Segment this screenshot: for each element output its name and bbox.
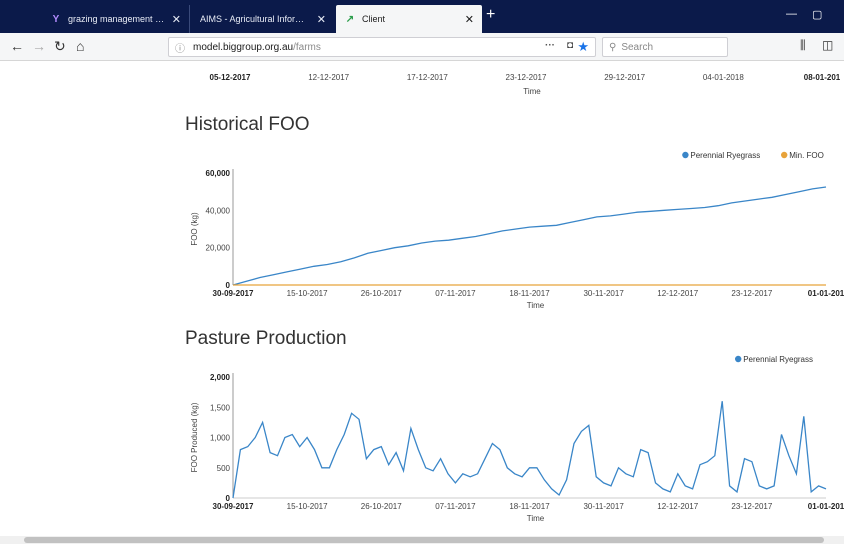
- y-tick-label: 40,000: [206, 206, 231, 215]
- x-tick-label: 07-11-2017: [435, 289, 476, 298]
- historical-foo-chart: 020,00040,00060,000FOO (kg)30-09-2017 15-…: [190, 151, 844, 310]
- pocket-icon[interactable]: ◘: [567, 40, 573, 51]
- library-icon[interactable]: ⫼: [800, 38, 806, 53]
- reload-icon[interactable]: ↻: [54, 38, 66, 55]
- sidebar-icon[interactable]: ◫: [822, 38, 833, 52]
- x-tick-label: 01-01-201: [808, 502, 844, 511]
- x-tick-label: 07-11-2017: [435, 502, 476, 511]
- tab-title: Client: [362, 14, 386, 24]
- close-icon[interactable]: ✕: [172, 13, 181, 26]
- more-actions-icon[interactable]: ···: [545, 40, 555, 51]
- x-tick-label: 12-12-2017: [657, 289, 698, 298]
- y-tick-label: 1,000: [210, 434, 231, 443]
- x-tick-label: 30-11-2017: [583, 289, 624, 298]
- x-tick-label: 30-11-2017: [583, 502, 624, 511]
- top-axis-tick: 17-12-2017: [407, 73, 448, 82]
- chart-title-pasture-production: Pasture Production: [185, 328, 347, 349]
- legend-marker: [682, 151, 689, 159]
- pasture-production-chart: 05001,0001,5002,000FOO Produced (kg)30-0…: [190, 355, 844, 523]
- tab-title: AIMS - Agricultural Information ar: [200, 14, 311, 24]
- top-axis-tick: 29-12-2017: [604, 73, 645, 82]
- tab-client[interactable]: ↗ Client ✕: [336, 5, 482, 33]
- x-axis-title: Time: [527, 301, 545, 310]
- legend-label[interactable]: Min. FOO: [789, 151, 824, 160]
- x-tick-label: 26-10-2017: [361, 502, 402, 511]
- navigation-bar: ← → ↻ ⌂ ⓘ model.biggroup.org.au/farms ··…: [0, 33, 844, 61]
- top-axis-title: Time: [523, 87, 541, 96]
- series-line: [232, 401, 827, 499]
- x-tick-label: 12-12-2017: [657, 502, 698, 511]
- x-tick-label: 23-12-2017: [731, 502, 772, 511]
- tab-aims[interactable]: AIMS - Agricultural Information ar ✕: [192, 5, 334, 33]
- minimize-icon[interactable]: —: [786, 8, 797, 20]
- close-icon[interactable]: ✕: [465, 13, 474, 26]
- x-tick-label: 18-11-2017: [509, 289, 550, 298]
- x-axis-title: Time: [527, 514, 545, 523]
- home-icon[interactable]: ⌂: [76, 38, 84, 54]
- search-input[interactable]: ⚲ Search: [602, 37, 728, 57]
- y-tick-label: 20,000: [206, 244, 231, 253]
- tab-grazing-tools[interactable]: Y grazing management tools - Y ✕: [42, 5, 190, 33]
- x-tick-label: 23-12-2017: [731, 289, 772, 298]
- x-tick-label: 18-11-2017: [509, 502, 550, 511]
- legend-label[interactable]: Perennial Ryegrass: [690, 151, 760, 160]
- y-tick-label: 1,500: [210, 403, 231, 412]
- tab-title: grazing management tools - Y: [68, 14, 166, 24]
- yahoo-icon: Y: [52, 13, 60, 25]
- client-logo-icon: ↗: [345, 13, 355, 25]
- y-axis-title: FOO Produced (kg): [190, 402, 199, 472]
- x-tick-label: 30-09-2017: [213, 502, 254, 511]
- y-tick-label: 500: [217, 464, 231, 473]
- chart-title-historical-foo: Historical FOO: [185, 114, 310, 135]
- top-axis-tick: 05-12-2017: [210, 73, 251, 82]
- x-tick-label: 30-09-2017: [213, 289, 254, 298]
- close-icon[interactable]: ✕: [317, 13, 326, 26]
- top-chart-axis: 05-12-2017 12-12-2017 17-12-2017 23-12-2017…: [210, 73, 841, 96]
- scrollbar-thumb[interactable]: [24, 537, 824, 543]
- url-text: model.biggroup.org.au/farms: [193, 41, 321, 53]
- y-tick-label: 2,000: [210, 373, 231, 382]
- y-axis-title: FOO (kg): [190, 212, 199, 246]
- back-icon[interactable]: ←: [10, 38, 24, 54]
- top-axis-tick: 04-01-2018: [703, 73, 744, 82]
- bookmark-star-icon[interactable]: ★: [577, 39, 589, 55]
- top-axis-tick: 23-12-2017: [506, 73, 547, 82]
- y-tick-label: 60,000: [206, 169, 231, 178]
- forward-icon[interactable]: →: [32, 38, 46, 54]
- horizontal-scrollbar[interactable]: [0, 536, 844, 544]
- browser-titlebar: Y grazing management tools - Y ✕ AIMS - …: [0, 0, 844, 33]
- legend-marker: [781, 151, 788, 159]
- page-content: 05-12-2017 12-12-2017 17-12-2017 23-12-2017…: [0, 62, 844, 536]
- search-placeholder: Search: [621, 41, 654, 53]
- search-icon: ⚲: [609, 41, 617, 53]
- maximize-icon[interactable]: ▢: [812, 8, 822, 21]
- url-bar[interactable]: ⓘ model.biggroup.org.au/farms ··· ◘ ★: [168, 37, 596, 57]
- top-axis-tick: 12-12-2017: [308, 73, 349, 82]
- legend-label[interactable]: Perennial Ryegrass: [743, 355, 813, 364]
- series-line: [232, 186, 827, 286]
- info-icon[interactable]: ⓘ: [175, 40, 185, 55]
- top-axis-tick: 08-01-201: [804, 73, 841, 82]
- new-tab-button[interactable]: +: [486, 6, 495, 24]
- x-tick-label: 01-01-201: [808, 289, 844, 298]
- x-tick-label: 15-10-2017: [287, 289, 328, 298]
- legend-marker: [735, 355, 742, 363]
- x-tick-label: 26-10-2017: [361, 289, 402, 298]
- x-tick-label: 15-10-2017: [287, 502, 328, 511]
